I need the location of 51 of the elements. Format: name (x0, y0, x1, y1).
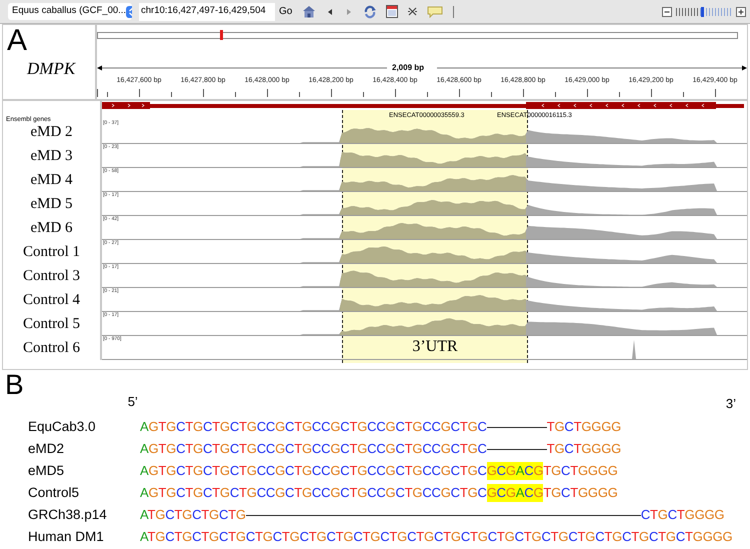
highlighted-bases: GCGACG (486, 484, 544, 502)
genome-dropdown[interactable]: Equus caballus (GCF_00... (8, 3, 132, 20)
sequence-name: eMD2 (28, 440, 66, 458)
locus-field[interactable]: chr10:16,427,497-16,429,504 (139, 2, 275, 20)
track-name: eMD 6 (30, 218, 73, 238)
sequence-name: EquCab3.0 (28, 418, 97, 436)
region-label: 3’UTR (412, 337, 458, 357)
three-prime-label: 3’ (726, 395, 736, 413)
sequence-text: ATGCTGCTGCTGCTGCTGCTGCTGCTGCTGCTGCTGCTGCTGCTGCTGCTGCTGCTGCTGCTGGGG (140, 528, 732, 546)
sequence-text: TGCTGGGG (546, 440, 622, 458)
sequence-text: AGTGCTGCTGCTGCCGCTGCCGCTGCCGCTGCCGCTGC (140, 484, 487, 502)
refresh-icon[interactable] (363, 4, 378, 18)
sequence-name: Human DM1 (28, 528, 105, 546)
sequence-text: ATGCTGCTGCTG (140, 506, 246, 524)
close-icon[interactable] (407, 6, 418, 17)
panel-icon[interactable] (386, 5, 398, 18)
zoom-out-icon[interactable] (662, 6, 672, 16)
gap-line (486, 448, 547, 450)
gene-name: DMPK (27, 58, 76, 80)
track-name: eMD 5 (30, 194, 73, 214)
sequence-text: AGTGCTGCTGCTGCCGCTGCCGCTGCCGCTGCCGCTGC (140, 440, 487, 458)
home-icon[interactable] (302, 5, 316, 18)
track-name: Control 5 (22, 314, 80, 334)
track-name: eMD 3 (30, 146, 73, 166)
zoom-in-icon[interactable] (736, 6, 746, 16)
sequence-name: Control5 (28, 484, 80, 502)
panel-letter: A (7, 27, 28, 55)
span-length: 2,009 bp (391, 62, 426, 74)
track-name: Control 6 (22, 338, 80, 358)
track-name: eMD 2 (30, 122, 73, 142)
track-name: eMD 4 (30, 170, 73, 190)
gap-line (486, 426, 547, 428)
track-name: Control 4 (22, 290, 80, 310)
sequence-text: TGCTGGGG (543, 462, 618, 480)
highlighted-bases: GCGACG (486, 462, 544, 480)
panel-letter: B (5, 370, 24, 400)
zoom-thumb[interactable] (701, 6, 704, 16)
go-button[interactable]: Go (279, 4, 292, 19)
sequence-text: TGCTGGGG (546, 418, 622, 436)
track-name: Control 1 (22, 242, 80, 262)
sequence-text: AGTGCTGCTGCTGCCGCTGCCGCTGCCGCTGCCGCTGC (140, 418, 487, 436)
sequence-name: eMD5 (28, 462, 66, 480)
five-prime-label: 5’ (128, 393, 138, 411)
sequence-text: AGTGCTGCTGCTGCCGCTGCCGCTGCCGCTGCCGCTGC (140, 462, 487, 480)
track-name: Control 3 (22, 266, 80, 286)
toolbar-separator[interactable] (452, 4, 456, 18)
sequence-text: TGCTGGGG (543, 484, 618, 502)
coverage-plot (632, 340, 636, 359)
sequence-name: GRCh38.p14 (28, 506, 108, 524)
sequence-text: CTGCTGGGG (640, 506, 724, 524)
zoom-slider[interactable] (675, 6, 733, 16)
